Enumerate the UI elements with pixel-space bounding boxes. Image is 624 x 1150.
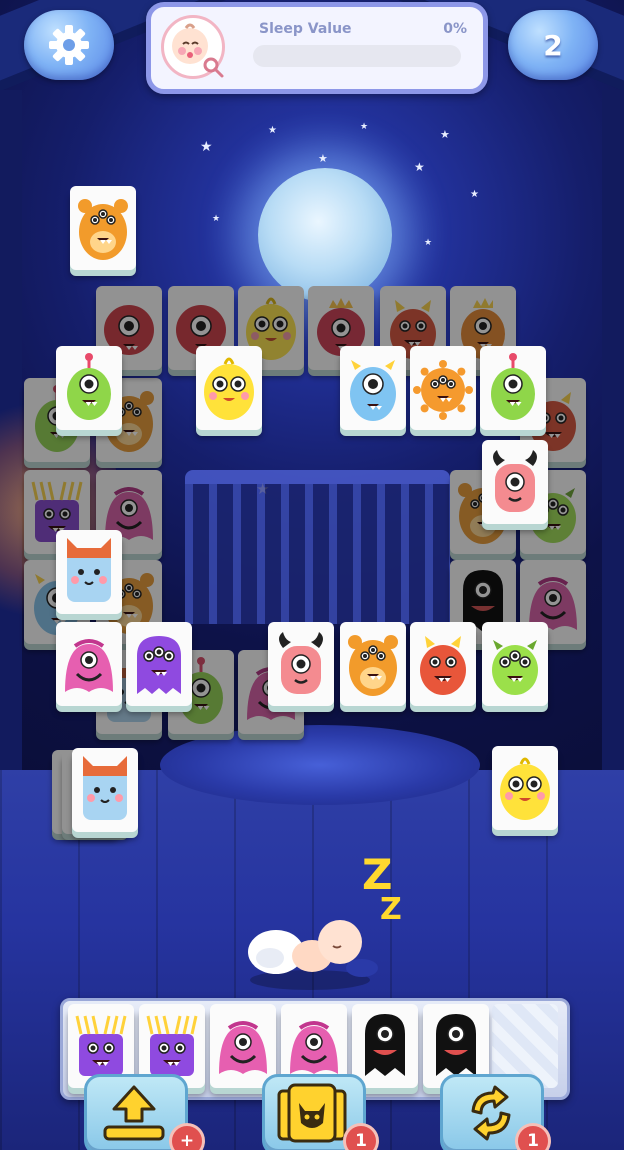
sleep-value-percent: 0% xyxy=(443,21,467,37)
moon xyxy=(258,168,392,302)
board-tile[interactable] xyxy=(56,530,122,614)
star-icon: ★ xyxy=(212,214,221,224)
board-tile[interactable] xyxy=(410,622,476,706)
crib xyxy=(185,470,450,624)
black-cyclops-monster-icon xyxy=(365,1014,405,1076)
level-number: 2 xyxy=(543,28,563,62)
pink-cyclops-monster-icon xyxy=(65,639,113,692)
board-tile[interactable] xyxy=(70,186,136,270)
tray-tile xyxy=(352,1004,418,1088)
star-icon: ★ xyxy=(318,152,328,165)
purple-blob-monster-icon xyxy=(137,636,181,694)
round-rug xyxy=(160,725,480,805)
pink-cyclops-monster-icon xyxy=(219,1021,267,1074)
star-icon: ★ xyxy=(360,122,369,132)
board-tile[interactable] xyxy=(480,346,546,430)
undo-button[interactable]: + xyxy=(84,1074,205,1150)
board-tile[interactable] xyxy=(482,622,548,706)
star-icon: ★ xyxy=(424,238,433,248)
pink-cyclops-monster-icon xyxy=(290,1021,338,1074)
purple-spiky-monster-icon xyxy=(75,1015,127,1076)
settings-button[interactable] xyxy=(24,10,114,80)
board-tile[interactable] xyxy=(410,346,476,430)
board-tile[interactable] xyxy=(268,622,334,706)
move-up-icon xyxy=(103,1085,165,1141)
board-tile[interactable] xyxy=(126,622,192,706)
sleep-progress-bar xyxy=(253,45,461,67)
yellow-chick-monster-icon xyxy=(204,357,254,420)
board-tile[interactable] xyxy=(340,622,406,706)
star-icon: ★ xyxy=(414,160,425,174)
blue-cat-monster-icon xyxy=(67,538,111,602)
board-tile[interactable] xyxy=(340,346,406,430)
star-icon: ★ xyxy=(268,125,277,136)
green-spiky-monster-icon xyxy=(492,640,538,695)
star-icon: ★ xyxy=(440,128,450,141)
green-alien-monster-icon xyxy=(491,353,535,420)
blue-cyclops-monster-icon xyxy=(350,360,396,421)
star-icon: ★ xyxy=(200,139,213,155)
orange-bear-monster-icon xyxy=(348,635,398,696)
devil-tile-icon xyxy=(277,1083,347,1143)
gear-icon xyxy=(49,25,89,65)
tray-tile xyxy=(210,1004,276,1088)
board-tile[interactable] xyxy=(196,346,262,430)
blue-cat-monster-icon xyxy=(83,756,127,820)
shuffle-arrows-icon xyxy=(471,1085,511,1141)
star-icon: ★ xyxy=(470,189,479,200)
board-tile[interactable] xyxy=(56,346,122,430)
board-tile[interactable] xyxy=(492,746,558,830)
sleep-value-panel: Sleep Value 0% xyxy=(146,2,488,94)
game-stage: ★ ★ ★ ★ ★ ★ ★ ★ ★ ★ xyxy=(0,0,624,1150)
pink-horned-eye-monster-icon xyxy=(279,632,323,694)
purple-spiky-monster-icon xyxy=(146,1015,198,1076)
red-horns-monster-icon xyxy=(420,636,466,695)
black-cyclops-monster-icon xyxy=(436,1014,476,1076)
yellow-chick-monster-icon xyxy=(500,757,550,820)
sleep-value-label: Sleep Value xyxy=(259,21,352,37)
sleeping-baby xyxy=(248,920,378,990)
hint-button[interactable]: 1 xyxy=(262,1074,379,1150)
shuffle-button[interactable]: 1 xyxy=(440,1074,551,1150)
board-tile[interactable] xyxy=(72,748,138,832)
green-alien-monster-icon xyxy=(67,353,111,420)
level-indicator: 2 xyxy=(508,10,598,80)
orange-bear-monster-icon xyxy=(78,199,128,260)
board-tile[interactable] xyxy=(482,440,548,524)
pink-horned-eye-monster-icon xyxy=(493,450,537,512)
orange-virus-monster-icon xyxy=(413,360,473,420)
board-tile[interactable] xyxy=(56,622,122,706)
magnifier-icon xyxy=(203,57,224,78)
